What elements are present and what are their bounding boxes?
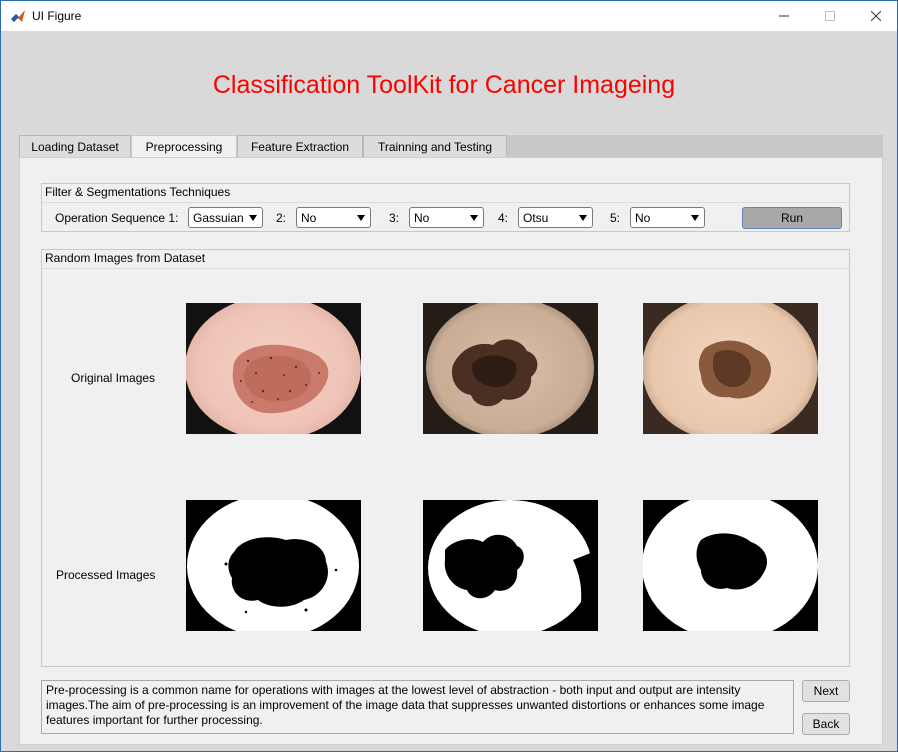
step2-value: No bbox=[301, 211, 317, 225]
step5-dropdown[interactable]: No bbox=[630, 207, 705, 228]
close-icon bbox=[871, 11, 881, 21]
title-bar[interactable]: UI Figure bbox=[1, 1, 897, 31]
chevron-down-icon bbox=[470, 215, 478, 221]
back-button[interactable]: Back bbox=[802, 713, 850, 735]
chevron-down-icon bbox=[357, 215, 365, 221]
description-text: Pre-processing is a common name for oper… bbox=[41, 680, 794, 734]
step1-value: Gassuian bbox=[193, 211, 244, 225]
window-title: UI Figure bbox=[32, 9, 82, 23]
step2-label: 2: bbox=[276, 211, 287, 225]
processed-image-1 bbox=[186, 500, 361, 631]
processed-images-label: Processed Images bbox=[56, 568, 156, 582]
tab-preprocessing[interactable]: Preprocessing bbox=[131, 135, 237, 159]
app-window: UI Figure Classification ToolKit for Can… bbox=[0, 0, 898, 752]
step3-value: No bbox=[414, 211, 430, 225]
original-image-1 bbox=[186, 303, 361, 434]
app-title: Classification ToolKit for Cancer Imagei… bbox=[212, 71, 676, 99]
maximize-icon bbox=[825, 11, 835, 21]
step5-label: 5: bbox=[610, 211, 621, 225]
chevron-down-icon bbox=[691, 215, 699, 221]
operation-sequence-label: Operation Sequence 1: bbox=[55, 211, 179, 225]
close-button[interactable] bbox=[853, 1, 898, 31]
step4-value: Otsu bbox=[523, 211, 549, 225]
matlab-icon bbox=[11, 10, 25, 22]
step3-dropdown[interactable]: No bbox=[409, 207, 484, 228]
tab-trainning-and-testing[interactable]: Trainning and Testing bbox=[363, 135, 507, 158]
images-panel-title: Random Images from Dataset bbox=[45, 251, 206, 265]
original-image-3 bbox=[643, 303, 818, 434]
run-button[interactable]: Run bbox=[742, 207, 842, 229]
tab-strip: Loading Dataset Preprocessing Feature Ex… bbox=[19, 135, 883, 159]
original-images-label: Original Images bbox=[71, 371, 156, 385]
step3-label: 3: bbox=[389, 211, 400, 225]
minimize-button[interactable] bbox=[761, 1, 807, 31]
original-image-2 bbox=[423, 303, 598, 434]
maximize-button bbox=[807, 1, 853, 31]
processed-image-2 bbox=[423, 500, 598, 631]
minimize-icon bbox=[779, 15, 789, 17]
step4-dropdown[interactable]: Otsu bbox=[518, 207, 593, 228]
step5-value: No bbox=[635, 211, 651, 225]
next-button[interactable]: Next bbox=[802, 680, 850, 702]
processed-image-3 bbox=[643, 500, 818, 631]
filter-panel-title: Filter & Segmentations Techniques bbox=[45, 185, 231, 199]
tab-loading-dataset[interactable]: Loading Dataset bbox=[19, 135, 131, 158]
chevron-down-icon bbox=[579, 215, 587, 221]
tab-feature-extraction[interactable]: Feature Extraction bbox=[237, 135, 363, 158]
panel-divider bbox=[42, 202, 849, 203]
step2-dropdown[interactable]: No bbox=[296, 207, 371, 228]
step1-dropdown[interactable]: Gassuian bbox=[188, 207, 263, 228]
step4-label: 4: bbox=[498, 211, 509, 225]
chevron-down-icon bbox=[249, 215, 257, 221]
panel-divider bbox=[42, 268, 849, 269]
